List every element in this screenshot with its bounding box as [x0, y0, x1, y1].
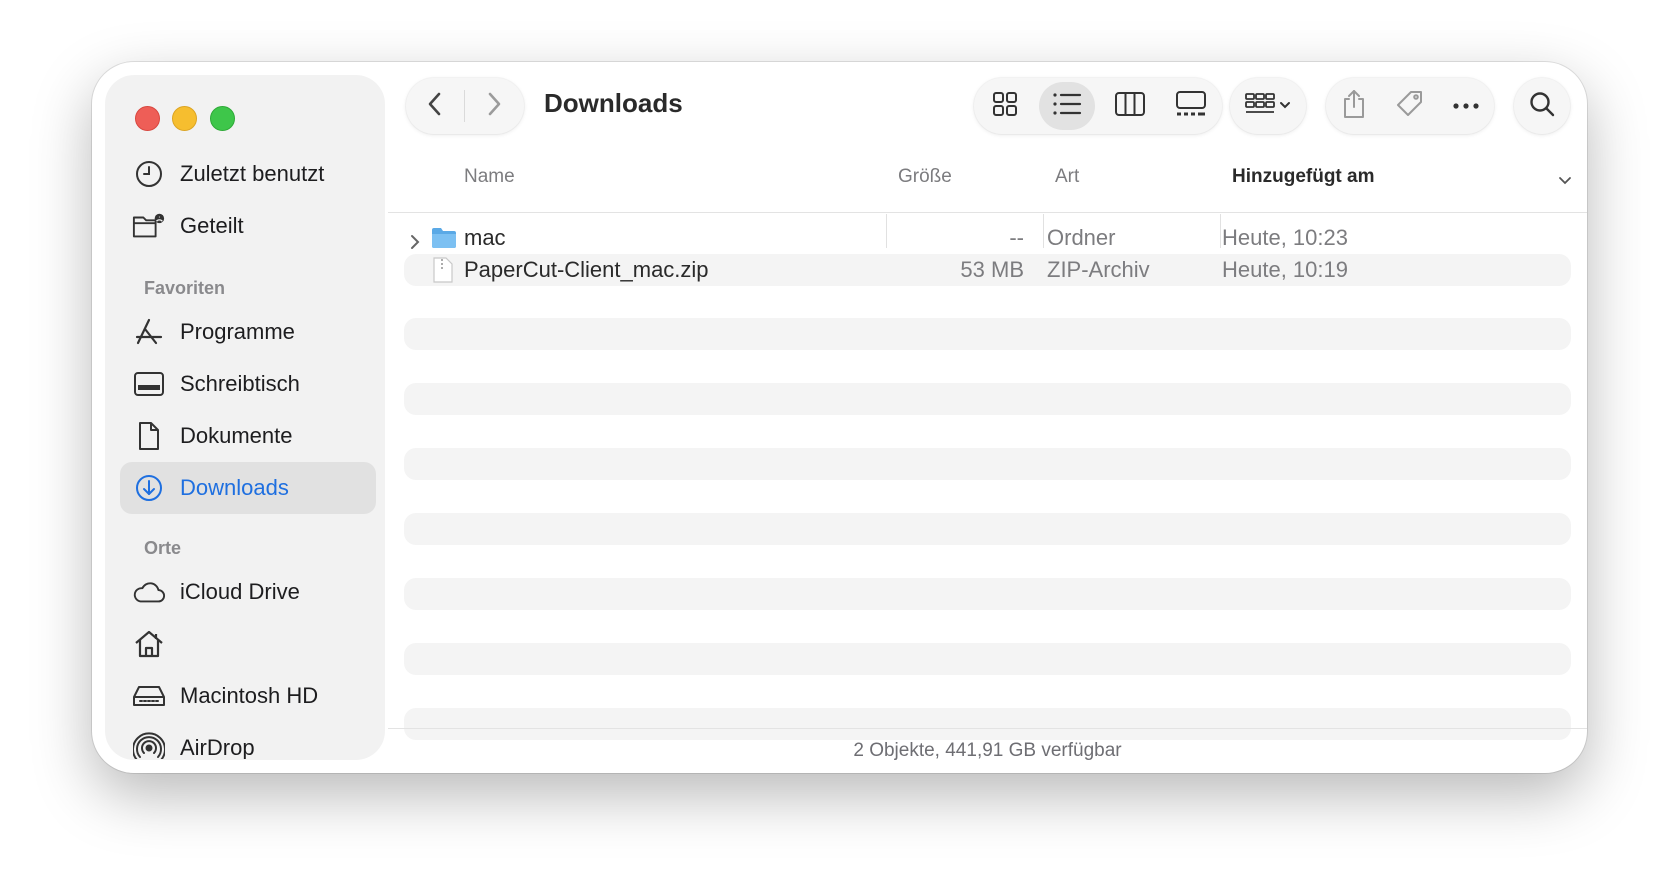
sidebar-item-label: Zuletzt benutzt	[180, 161, 325, 186]
file-list: Name Größe Art Hinzugefügt am mac -- Ord…	[388, 152, 1587, 773]
empty-row	[404, 383, 1571, 415]
sidebar-item-applications[interactable]: Programme	[120, 306, 376, 358]
list-view-button[interactable]	[1039, 82, 1096, 130]
search-icon	[1528, 90, 1556, 123]
clock-icon	[132, 157, 166, 191]
download-icon	[132, 471, 166, 505]
search-control[interactable]	[1514, 82, 1570, 130]
file-size: --	[1009, 225, 1024, 250]
table-row[interactable]: PaperCut-Client_mac.zip 53 MB ZIP-Archiv…	[404, 254, 1571, 286]
sidebar-item-documents[interactable]: Dokumente	[120, 410, 376, 462]
sidebar-item-label: iCloud Drive	[180, 579, 300, 604]
sidebar-item-label: Programme	[180, 319, 295, 344]
file-kind: ZIP-Archiv	[1047, 257, 1150, 282]
desktop-icon	[132, 367, 166, 401]
airdrop-icon	[132, 731, 166, 759]
forward-button[interactable]	[465, 82, 523, 130]
file-date-added: Heute, 10:23	[1222, 225, 1348, 250]
icon-view-button[interactable]	[978, 82, 1032, 130]
tag-button[interactable]	[1385, 82, 1435, 130]
sidebar-item-label: Dokumente	[180, 423, 293, 448]
file-kind: Ordner	[1047, 225, 1116, 250]
sidebar-item-home[interactable]	[120, 618, 376, 670]
toolbar: Downloads	[406, 74, 1575, 138]
column-header-kind[interactable]: Art	[1055, 166, 1079, 188]
finder-window: Zuletzt benutzt Geteilt Favoriten Progra…	[92, 62, 1587, 773]
chevron-right-icon	[485, 91, 503, 122]
gallery-view-button[interactable]	[1164, 82, 1218, 130]
close-window-button[interactable]	[135, 106, 160, 131]
back-button[interactable]	[406, 82, 464, 130]
list-icon	[1052, 92, 1082, 121]
disclosure-chevron-icon[interactable]	[410, 230, 420, 256]
status-bar: 2 Objekte, 441,91 GB verfügbar	[388, 728, 1587, 773]
actions-group	[1326, 78, 1494, 134]
zoom-window-button[interactable]	[210, 106, 235, 131]
gallery-icon	[1175, 90, 1207, 123]
sidebar-item-macintosh-hd[interactable]: Macintosh HD	[120, 670, 376, 722]
window-title: Downloads	[544, 88, 683, 118]
chevron-left-icon	[426, 91, 444, 122]
empty-row	[404, 513, 1571, 545]
share-button[interactable]	[1329, 82, 1379, 130]
cloud-icon	[132, 575, 166, 609]
navigation-group	[406, 78, 524, 134]
home-icon	[132, 627, 166, 661]
table-row[interactable]: mac -- Ordner Heute, 10:23	[404, 222, 1571, 254]
sidebar-item-label: Macintosh HD	[180, 683, 319, 708]
file-name: mac	[464, 225, 506, 250]
sidebar-section-places: Orte	[144, 538, 182, 558]
sort-chevron-down-icon[interactable]	[1557, 174, 1573, 192]
sidebar-item-downloads[interactable]: Downloads	[120, 462, 376, 514]
file-date-added: Heute, 10:19	[1222, 257, 1348, 282]
file-size: 53 MB	[960, 257, 1024, 282]
sidebar-item-label: Geteilt	[180, 213, 244, 238]
sidebar-item-label: Schreibtisch	[180, 371, 300, 396]
group-by-button[interactable]	[1230, 78, 1306, 134]
sidebar-item-label: AirDrop	[180, 735, 255, 759]
folder-icon	[431, 227, 457, 255]
empty-row	[404, 318, 1571, 350]
more-actions-button[interactable]	[1441, 82, 1491, 130]
empty-row	[404, 448, 1571, 480]
empty-row	[404, 643, 1571, 675]
column-header-date-added[interactable]: Hinzugefügt am	[1232, 166, 1375, 188]
search-button[interactable]	[1514, 78, 1570, 134]
applications-icon	[132, 315, 166, 349]
column-header-row: Name Größe Art Hinzugefügt am	[388, 152, 1587, 213]
empty-row	[404, 578, 1571, 610]
view-mode-group	[974, 78, 1222, 134]
shared-folder-icon	[132, 209, 166, 243]
column-header-name[interactable]: Name	[464, 166, 515, 188]
file-name: PaperCut-Client_mac.zip	[464, 257, 709, 282]
share-icon	[1341, 88, 1367, 125]
ellipsis-icon	[1453, 97, 1479, 115]
tag-icon	[1395, 89, 1425, 124]
sidebar-item-icloud-drive[interactable]: iCloud Drive	[120, 566, 376, 618]
chevron-down-icon	[1279, 97, 1291, 115]
sidebar-section-favorites: Favoriten	[144, 278, 226, 298]
hard-drive-icon	[132, 679, 166, 713]
column-view-button[interactable]	[1103, 82, 1157, 130]
sidebar: Zuletzt benutzt Geteilt Favoriten Progra…	[106, 76, 384, 759]
column-header-size[interactable]: Größe	[898, 166, 952, 188]
sidebar-item-label: Downloads	[180, 475, 289, 500]
minimize-window-button[interactable]	[172, 106, 197, 131]
document-icon	[132, 419, 166, 453]
sidebar-item-airdrop[interactable]: AirDrop	[120, 722, 376, 759]
group-grid-icon	[1245, 92, 1275, 121]
sidebar-item-recents[interactable]: Zuletzt benutzt	[120, 148, 376, 200]
grid-icon	[992, 91, 1018, 122]
zip-file-icon	[433, 257, 453, 289]
columns-icon	[1114, 91, 1146, 122]
status-text: 2 Objekte, 441,91 GB verfügbar	[853, 740, 1122, 761]
sidebar-item-shared[interactable]: Geteilt	[120, 200, 376, 252]
sidebar-item-desktop[interactable]: Schreibtisch	[120, 358, 376, 410]
group-by-control[interactable]	[1230, 82, 1306, 130]
